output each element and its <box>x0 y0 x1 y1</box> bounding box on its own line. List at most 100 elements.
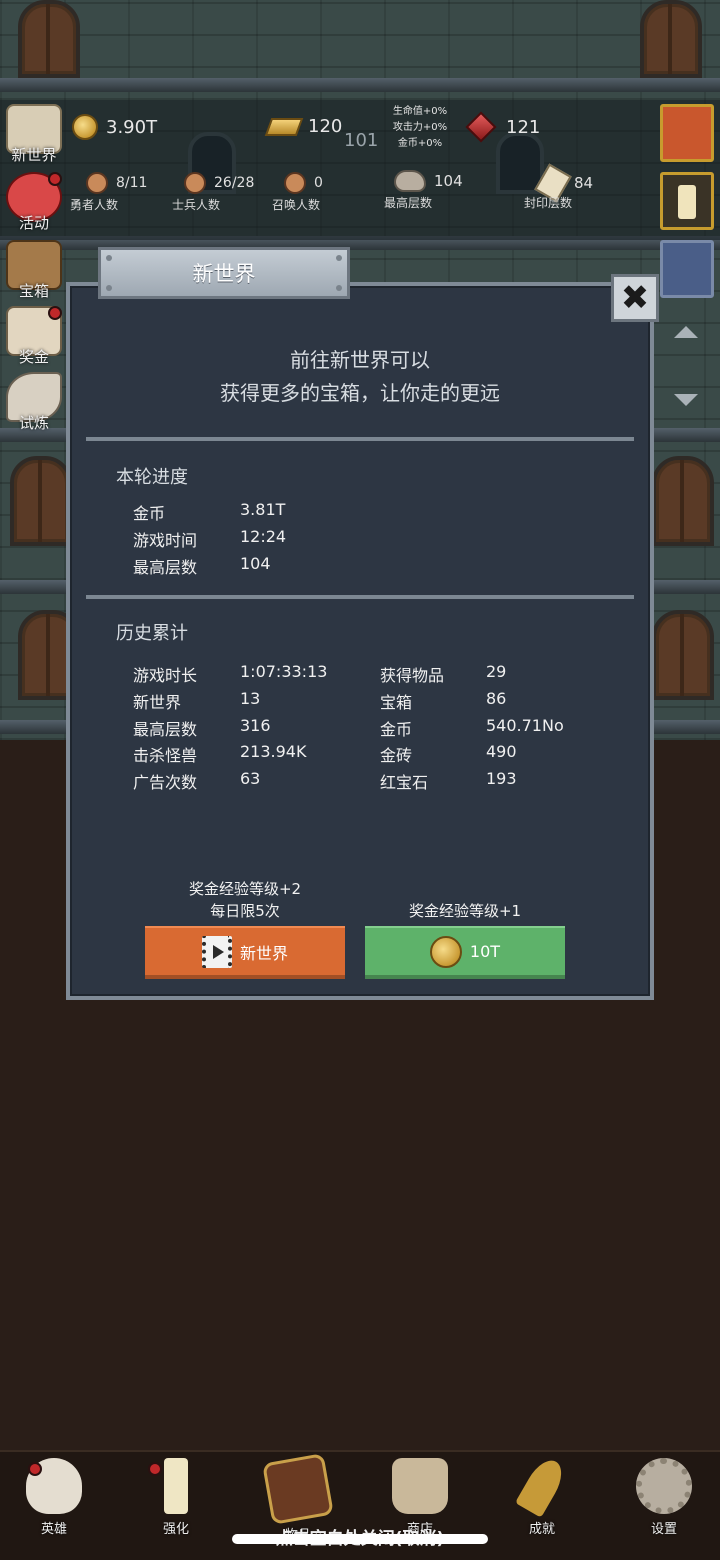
max-floor-label: 最高层数 <box>384 196 433 210</box>
home-indicator[interactable] <box>232 1534 488 1544</box>
side-bonus-button[interactable]: 奖金 <box>4 306 64 370</box>
side-bonus-label: 奖金 <box>18 348 49 366</box>
stat-value: 490 <box>486 742 517 761</box>
divider <box>86 437 634 441</box>
stat-key: 最高层数 <box>133 558 198 577</box>
notification-dot <box>48 306 62 320</box>
stat-value: 13 <box>240 689 261 708</box>
modal-intro: 前往新世界可以 获得更多的宝箱，让你走的更远 <box>66 344 654 410</box>
sealed-floor-value: 84 <box>574 174 594 192</box>
side-chest-button[interactable]: 宝箱 <box>4 240 64 304</box>
soldier-count-label: 士兵人数 <box>172 198 221 212</box>
gear-icon <box>636 1458 692 1514</box>
stat-key: 游戏时长 <box>133 666 198 685</box>
stat-key: 最高层数 <box>133 720 198 739</box>
door <box>10 456 72 546</box>
side-event-label: 活动 <box>18 214 49 232</box>
side-event-button[interactable]: 活动 <box>4 172 64 236</box>
history-section-title: 历史累计 <box>116 623 188 644</box>
hero-face-icon <box>86 172 108 194</box>
door <box>640 0 702 78</box>
gold-value: 3.90T <box>106 116 158 138</box>
scroll-up-icon[interactable] <box>674 326 698 338</box>
stat-value: 29 <box>486 662 507 681</box>
side-trial-label: 试炼 <box>18 414 49 432</box>
ad-reward-line-1: 奖金经验等级+2 <box>188 880 302 898</box>
soldier-count: 26/28 <box>184 172 254 194</box>
coin-reward-note: 奖金经验等级+1 <box>408 902 522 920</box>
hero-count-value: 8/11 <box>116 175 148 191</box>
gold-resource: 3.90T <box>72 114 157 140</box>
close-icon: ✖ <box>620 278 650 318</box>
stat-key: 新世界 <box>133 693 182 712</box>
watch-ad-new-world-button[interactable]: 新世界 <box>145 926 345 979</box>
rock-icon <box>394 170 426 192</box>
stat-key: 宝箱 <box>380 693 413 712</box>
key-icon <box>515 1454 569 1518</box>
bonus-hp: 生命值+0% <box>392 106 448 117</box>
stat-key: 金币 <box>133 504 166 523</box>
door <box>652 456 714 546</box>
max-floor: 104 <box>394 170 463 192</box>
gold-bar-resource: 120 <box>264 116 342 137</box>
candle-item-button[interactable] <box>660 172 714 230</box>
stat-key: 获得物品 <box>380 666 445 685</box>
current-section-title: 本轮进度 <box>116 467 188 488</box>
close-button[interactable]: ✖ <box>611 274 659 322</box>
stat-value: 213.94K <box>240 742 307 761</box>
ruby-icon <box>465 111 497 143</box>
ad-reward-note: 奖金经验等级+2 每日限5次 <box>145 878 345 922</box>
sealed-floor-label: 封印层数 <box>524 196 573 210</box>
apple-item-button[interactable] <box>660 104 714 162</box>
mug-icon <box>392 1458 448 1514</box>
door <box>18 0 80 78</box>
divider <box>86 595 634 599</box>
summon-count-label: 召唤人数 <box>272 198 321 212</box>
stat-value: 540.71No <box>486 716 564 735</box>
notification-dot <box>28 1462 42 1476</box>
coin-icon <box>429 935 462 968</box>
stat-value: 63 <box>240 769 261 788</box>
candle-icon <box>164 1458 188 1514</box>
summon-count-value: 0 <box>314 175 323 191</box>
level-badge: 101 <box>344 130 379 151</box>
coin-icon <box>72 114 98 140</box>
rivet <box>336 285 342 291</box>
intro-line-1: 前往新世界可以 <box>290 348 430 372</box>
stat-value: 86 <box>486 689 507 708</box>
side-chest-label: 宝箱 <box>18 282 49 300</box>
side-new-world-label: 新世界 <box>11 146 57 164</box>
stat-value: 1:07:33:13 <box>240 662 328 681</box>
stat-key: 游戏时间 <box>133 531 198 550</box>
notification-dot <box>48 172 62 186</box>
ad-reward-line-2: 每日限5次 <box>210 902 280 920</box>
stat-value: 12:24 <box>240 527 287 546</box>
soldier-face-icon <box>184 172 206 194</box>
soldier-count-value: 26/28 <box>214 175 255 191</box>
ruby-value: 121 <box>506 116 541 138</box>
intro-line-2: 获得更多的宝箱，让你走的更远 <box>220 381 500 405</box>
stat-key: 广告次数 <box>133 773 198 792</box>
stat-key: 红宝石 <box>380 773 429 792</box>
modal-title-tab: 新世界 <box>98 247 350 299</box>
stat-value: 3.81T <box>240 500 286 519</box>
ad-button-label: 新世界 <box>239 943 288 963</box>
video-play-icon <box>201 935 232 968</box>
stat-value: 104 <box>240 554 271 573</box>
summon-count: 0 <box>284 172 323 194</box>
summon-face-icon <box>284 172 306 194</box>
scroll-down-icon[interactable] <box>674 394 698 406</box>
rivet <box>336 255 342 261</box>
modal-title: 新世界 <box>192 262 256 286</box>
chest-item-button[interactable] <box>660 240 714 298</box>
side-trial-button[interactable]: 试炼 <box>4 372 64 436</box>
pay-coins-new-world-button[interactable]: 10T <box>365 926 565 979</box>
candle-icon <box>678 185 696 219</box>
bonus-list: 生命值+0% 攻击力+0% 金币+0% <box>378 104 462 152</box>
bonus-attack: 攻击力+0% <box>392 122 448 133</box>
rivet <box>106 285 112 291</box>
side-new-world-button[interactable]: 新世界 <box>4 104 64 168</box>
door <box>652 610 714 700</box>
stat-key: 击杀怪兽 <box>133 746 198 765</box>
bonus-gold: 金币+0% <box>397 138 443 149</box>
